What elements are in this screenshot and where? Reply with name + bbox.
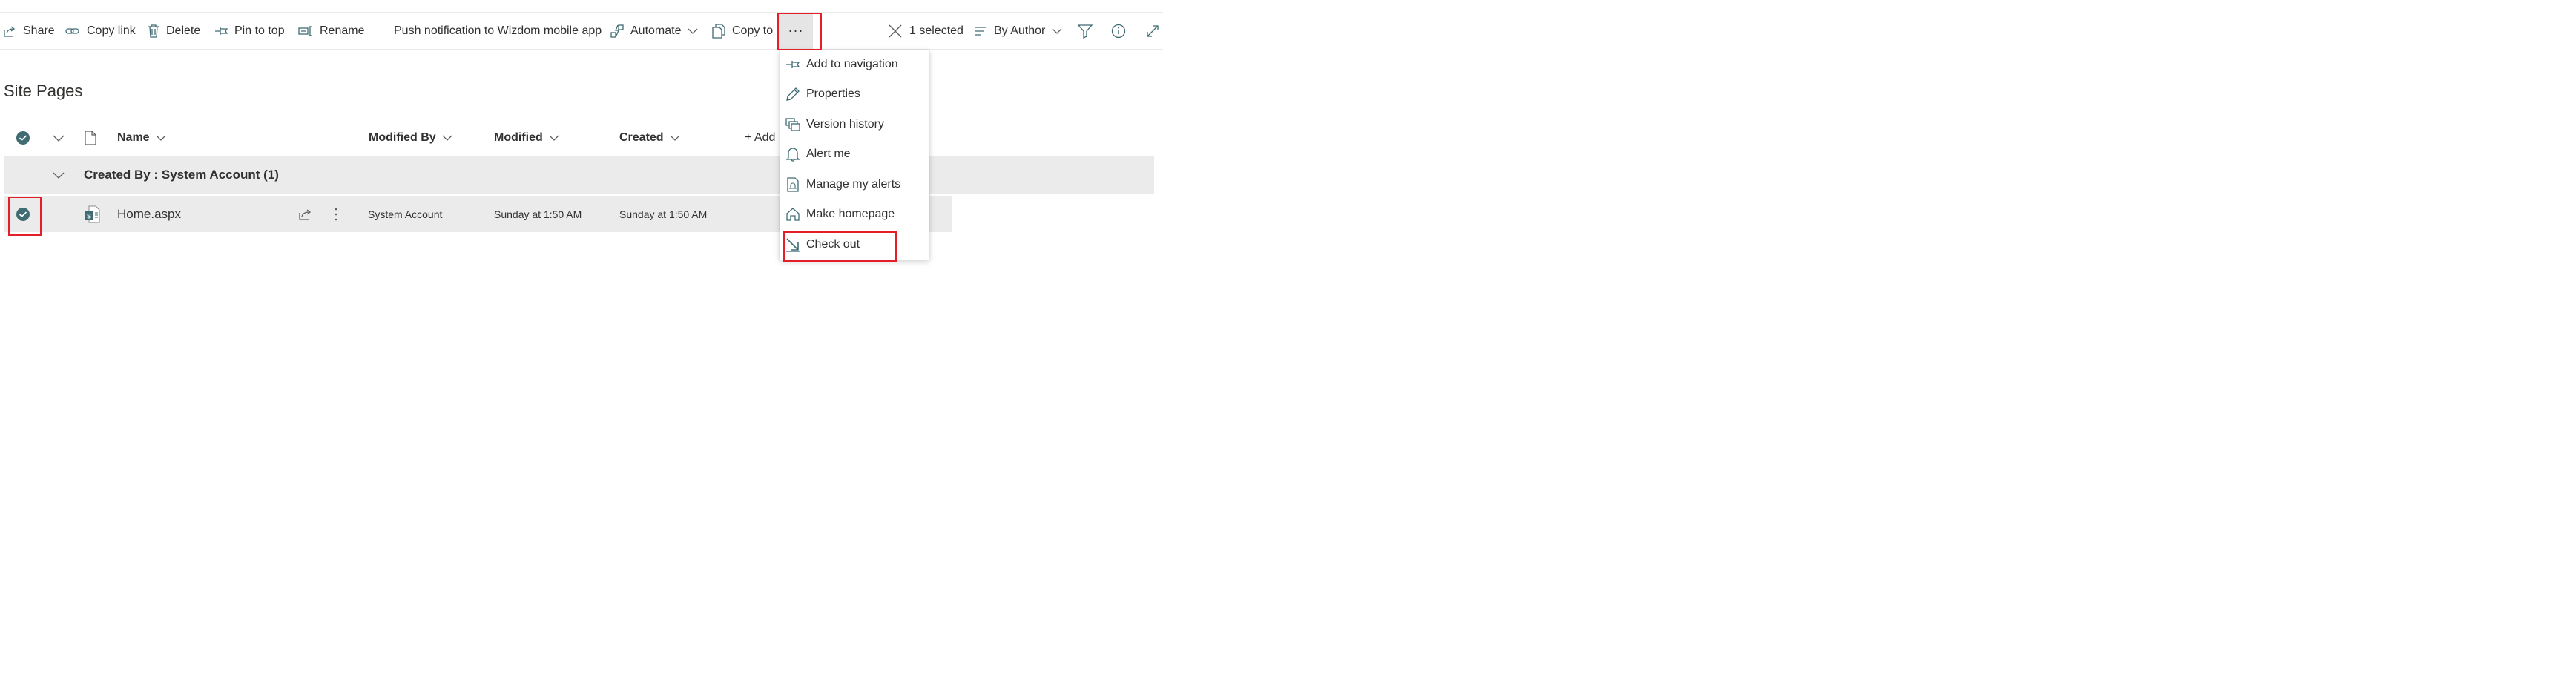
manage-alerts-icon: [785, 177, 800, 192]
rename-button[interactable]: Rename: [298, 13, 364, 49]
vertical-ellipsis-icon: [335, 208, 337, 220]
rename-icon: [298, 25, 313, 37]
menu-item-label: Add to navigation: [806, 58, 898, 70]
share-label: Share: [23, 24, 55, 37]
group-label: Created By : System Account (1): [84, 168, 279, 182]
menu-item-label: Check out: [806, 238, 860, 251]
menu-item-label: Make homepage: [806, 208, 895, 220]
info-icon: [1111, 24, 1126, 39]
delete-button[interactable]: Delete: [148, 13, 200, 49]
pin-navigation-icon: [785, 57, 800, 72]
chevron-down-icon: [156, 134, 166, 142]
select-all-checkbox[interactable]: [16, 122, 30, 154]
page-title: Site Pages: [4, 82, 83, 100]
add-column-label: + Add: [745, 131, 776, 144]
view-switcher-button[interactable]: By Author: [974, 13, 1062, 49]
chevron-down-icon: [670, 134, 680, 142]
copy-link-button[interactable]: Copy link: [65, 13, 136, 49]
menu-item-label: Version history: [806, 118, 884, 131]
modified-by-column-label: Modified By: [369, 131, 436, 144]
share-icon: [3, 24, 16, 38]
bell-icon: [785, 147, 800, 162]
row-share-button[interactable]: [298, 196, 313, 232]
add-column-button[interactable]: + Add: [745, 122, 775, 154]
collapse-all-groups-button[interactable]: [53, 122, 65, 154]
delete-label: Delete: [166, 24, 201, 37]
file-type-header[interactable]: [85, 122, 96, 154]
check-circle-icon: [16, 207, 30, 221]
name-column-header[interactable]: Name: [117, 122, 166, 154]
modified-column-header[interactable]: Modified: [494, 122, 559, 154]
expand-icon: [1146, 24, 1159, 38]
pencil-icon: [785, 87, 800, 102]
close-icon: [888, 24, 903, 39]
modified-cell: Sunday at 1:50 AM: [494, 208, 582, 220]
sitepage-file-icon: S: [84, 196, 100, 232]
link-icon: [65, 24, 80, 38]
created-column-label: Created: [619, 131, 664, 144]
pin-to-top-button[interactable]: Pin to top: [214, 13, 285, 49]
pin-to-top-label: Pin to top: [234, 24, 285, 37]
menu-item-label: Properties: [806, 87, 860, 100]
document-icon: [85, 131, 96, 145]
check-circle-icon: [16, 131, 30, 145]
copy-to-button[interactable]: Copy to: [712, 13, 773, 49]
chevron-down-icon: [688, 27, 698, 35]
filter-button[interactable]: [1078, 13, 1093, 49]
more-actions-button[interactable]: ···: [779, 13, 813, 49]
copy-to-label: Copy to: [732, 24, 774, 37]
automate-icon: [610, 24, 624, 38]
menu-item-add-to-navigation[interactable]: Add to navigation: [780, 50, 929, 79]
menu-item-label: Manage my alerts: [806, 178, 901, 191]
menu-item-make-homepage[interactable]: Make homepage: [780, 199, 929, 229]
info-button[interactable]: [1111, 13, 1126, 49]
chevron-down-icon: [442, 134, 452, 142]
file-name-link[interactable]: Home.aspx: [117, 196, 181, 232]
push-notification-label: Push notification to Wizdom mobile app: [394, 24, 602, 37]
share-button[interactable]: Share: [3, 13, 55, 49]
check-out-arrow-icon: [785, 237, 800, 252]
menu-item-manage-my-alerts[interactable]: Manage my alerts: [780, 170, 929, 199]
row-select-checkbox[interactable]: [16, 196, 30, 232]
more-actions-label: ···: [788, 23, 804, 38]
home-icon: [785, 207, 800, 222]
created-column-header[interactable]: Created: [619, 122, 680, 154]
trash-icon: [148, 24, 159, 39]
chevron-down-icon: [549, 134, 559, 142]
expand-button[interactable]: [1146, 13, 1159, 49]
filter-icon: [1078, 24, 1093, 39]
view-label: By Author: [994, 24, 1046, 37]
menu-item-alert-me[interactable]: Alert me: [780, 139, 929, 169]
selection-count: 1 selected: [909, 24, 963, 37]
automate-label: Automate: [630, 24, 682, 37]
menu-item-version-history[interactable]: Version history: [780, 110, 929, 139]
copy-icon: [712, 23, 725, 39]
clear-selection-button[interactable]: 1 selected: [888, 13, 963, 49]
automate-button[interactable]: Automate: [610, 13, 698, 49]
menu-item-label: Alert me: [806, 148, 851, 160]
modified-by-cell: System Account: [368, 208, 443, 220]
version-history-icon: [785, 117, 800, 132]
rename-label: Rename: [320, 24, 365, 37]
share-icon: [299, 208, 312, 220]
chevron-down-icon: [1052, 27, 1062, 35]
push-notification-button[interactable]: Push notification to Wizdom mobile app: [394, 13, 602, 49]
row-more-button[interactable]: [331, 196, 341, 232]
more-actions-menu: Add to navigation Properties Version his…: [780, 50, 929, 260]
name-column-label: Name: [117, 131, 150, 144]
menu-item-properties[interactable]: Properties: [780, 79, 929, 109]
svg-text:S: S: [87, 212, 91, 219]
created-cell: Sunday at 1:50 AM: [619, 208, 708, 220]
chevron-down-icon[interactable]: [53, 171, 65, 179]
pin-icon: [214, 25, 228, 37]
chevron-down-icon: [53, 134, 65, 142]
group-header-row[interactable]: Created By : System Account (1): [4, 156, 1154, 194]
modified-by-column-header[interactable]: Modified By: [369, 122, 452, 154]
command-bar: Share Copy link Delete Pin to top Rename…: [0, 13, 1163, 50]
menu-item-check-out[interactable]: Check out: [780, 230, 929, 260]
modified-column-label: Modified: [494, 131, 543, 144]
list-view-icon: [974, 26, 987, 36]
copy-link-label: Copy link: [87, 24, 136, 37]
